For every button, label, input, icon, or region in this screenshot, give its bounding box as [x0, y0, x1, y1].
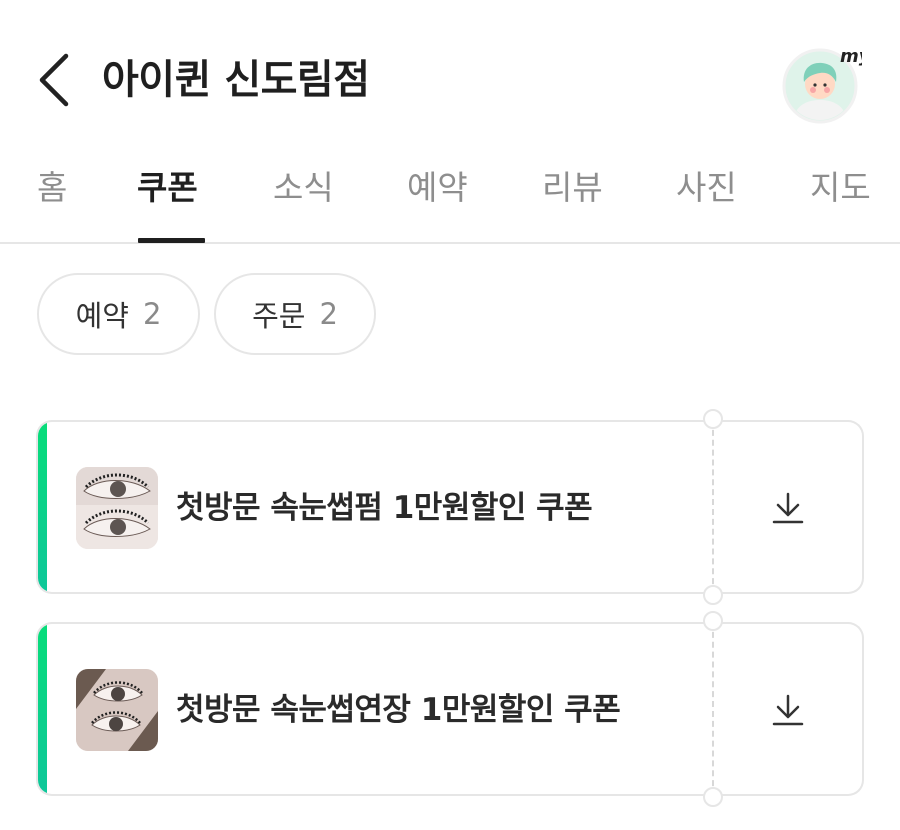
filter-chip-reservation[interactable]: 예약 2 [37, 273, 200, 355]
back-button[interactable] [30, 48, 80, 112]
tab-reviews[interactable]: 리뷰 [542, 160, 603, 244]
coupon-body[interactable]: 첫방문 속눈썹연장 1만원할인 쿠폰 [36, 622, 714, 796]
chip-label: 예약 [75, 299, 129, 333]
coupon-title: 첫방문 속눈썹연장 1만원할인 쿠폰 [176, 692, 621, 728]
coupon-body[interactable]: 첫방문 속눈썹펌 1만원할인 쿠폰 [36, 420, 714, 594]
page-header: 아이퀸 신도림점 my [0, 0, 900, 150]
coupon-thumbnail [76, 669, 158, 751]
tab-news[interactable]: 소식 [273, 160, 334, 244]
active-tab-indicator [138, 238, 205, 243]
coupon-card: 첫방문 속눈썹연장 1만원할인 쿠폰 [36, 611, 864, 807]
coupon-accent-bar [38, 422, 47, 592]
coupon-card: 첫방문 속눈썹펌 1만원할인 쿠폰 [36, 409, 864, 605]
chip-label: 주문 [252, 299, 306, 333]
coupon-accent-bar [38, 624, 47, 794]
coupon-thumbnail [76, 467, 158, 549]
avatar-badge-text: my [840, 46, 862, 67]
tab-map[interactable]: 지도 [810, 160, 871, 244]
download-icon [772, 492, 804, 524]
chevron-left-icon [39, 53, 69, 107]
tab-photos[interactable]: 사진 [676, 160, 737, 244]
tab-coupon[interactable]: 쿠폰 [137, 160, 198, 244]
tab-reservation[interactable]: 예약 [407, 160, 468, 244]
page-title: 아이퀸 신도림점 [102, 57, 370, 103]
chip-count: 2 [319, 297, 338, 331]
coupon-notch [703, 611, 723, 631]
my-avatar-button[interactable]: my [782, 44, 872, 124]
coupon-title: 첫방문 속눈썹펌 1만원할인 쿠폰 [176, 490, 593, 526]
download-icon [772, 694, 804, 726]
filter-chip-order[interactable]: 주문 2 [214, 273, 376, 355]
tab-bar: 홈 쿠폰 소식 예약 리뷰 사진 지도 [0, 160, 900, 244]
chip-count: 2 [142, 297, 162, 331]
coupon-notch [703, 409, 723, 429]
tab-home[interactable]: 홈 [37, 160, 67, 244]
coupon-notch [703, 585, 723, 605]
coupon-notch [703, 787, 723, 807]
avatar-icon: my [782, 46, 872, 124]
